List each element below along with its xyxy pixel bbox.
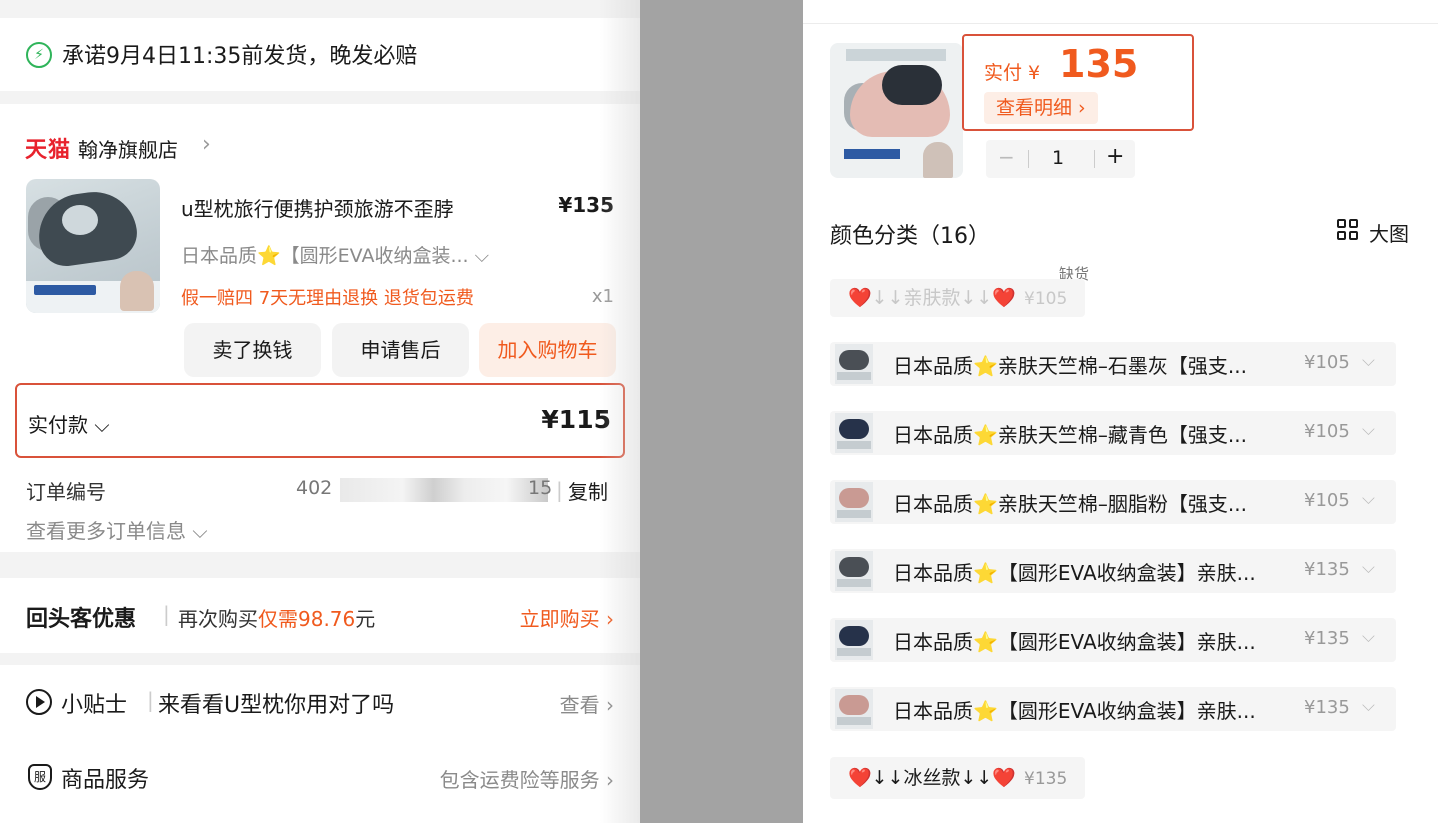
rebuy-desc-suffix: 元	[355, 607, 376, 631]
variant-price: ¥135	[1304, 628, 1350, 649]
order-card: 天猫 翰净旗舰店 › u型枕旅行便携护颈旅游不歪脖 ¥135 日本品质⭐【圆形E…	[0, 104, 640, 552]
view-tips-link[interactable]: 查看 ›	[560, 689, 614, 718]
variant-option[interactable]: ❤️↓↓冰丝款↓↓❤️ ¥135	[830, 757, 1086, 799]
rebuy-desc-prefix: 再次购买	[178, 607, 258, 631]
color-category-title: 颜色分类（16）	[830, 224, 990, 249]
after-sale-button[interactable]: 申请售后	[332, 323, 469, 377]
view-price-details-button[interactable]: 查看明细 ›	[984, 92, 1098, 124]
actual-price-box: 实付 ¥ 135 查看明细 ›	[962, 34, 1194, 131]
variant-option[interactable]: 日本品质⭐【圆形EVA收纳盒装】亲肤... ¥135 ⌵	[830, 618, 1396, 662]
product-price: ¥135	[558, 193, 614, 217]
variant-price: ¥135	[1024, 769, 1068, 789]
chevron-down-icon[interactable]: ⌵	[1362, 558, 1375, 578]
product-service-title: 商品服务	[61, 768, 150, 793]
chevron-down-icon[interactable]: ⌵	[1362, 420, 1375, 440]
variant-name: 日本品质⭐【圆形EVA收纳盒装】亲肤...	[893, 561, 1256, 585]
tmall-logo: 天猫	[25, 138, 72, 163]
play-icon	[26, 689, 52, 715]
chevron-down-icon[interactable]: ⌵	[1362, 351, 1375, 371]
product-quantity: x1	[591, 286, 614, 307]
variant-option[interactable]: 日本品质⭐亲肤天竺棉–藏青色【强支... ¥105 ⌵	[830, 411, 1396, 455]
variant-price: ¥105	[1304, 421, 1350, 442]
actual-payment-label: 实付款 ⌵	[28, 413, 110, 437]
more-order-info-link[interactable]: 查看更多订单信息 ⌵	[26, 515, 208, 544]
divider	[1094, 150, 1095, 168]
copy-order-number-button[interactable]: 复制	[568, 476, 608, 505]
selected-sku-thumbnail[interactable]	[830, 43, 963, 178]
actual-payment-value: ¥115	[541, 405, 611, 434]
rebuy-title: 回头客优惠	[26, 607, 137, 632]
divider	[1028, 150, 1029, 168]
buy-now-link[interactable]: 立即购买 ›	[520, 603, 614, 632]
product-title[interactable]: u型枕旅行便携护颈旅游不歪脖	[181, 193, 454, 222]
variant-option[interactable]: 日本品质⭐【圆形EVA收纳盒装】亲肤... ¥135 ⌵	[830, 549, 1396, 593]
variant-option-disabled: ❤️↓↓亲肤款↓↓❤️ ¥105	[830, 279, 1086, 317]
variant-thumbnail	[835, 413, 873, 453]
divider: |	[556, 478, 563, 502]
chevron-down-icon[interactable]: ⌵	[1362, 627, 1375, 647]
variant-price: ¥105	[1304, 490, 1350, 511]
variant-name: 日本品质⭐亲肤天竺棉–藏青色【强支...	[893, 423, 1247, 447]
variant-thumbnail	[835, 551, 873, 591]
variant-thumbnail	[835, 482, 873, 522]
variant-price: ¥135	[1304, 559, 1350, 580]
grid-view-icon[interactable]	[1337, 219, 1359, 241]
product-spec[interactable]: 日本品质⭐【圆形EVA收纳盒装... ⌵	[181, 241, 489, 268]
actual-price-value: 135	[1059, 42, 1139, 86]
chevron-down-icon[interactable]: ⌵	[1362, 489, 1375, 509]
chevron-down-icon[interactable]: ⌵	[1362, 696, 1375, 716]
order-number-suffix: 15	[528, 477, 553, 499]
variant-option[interactable]: 日本品质⭐【圆形EVA收纳盒装】亲肤... ¥135 ⌵	[830, 687, 1396, 731]
big-image-toggle[interactable]: 大图	[1369, 218, 1409, 247]
shipping-promise-card: ⚡ 承诺9月4日11:35前发货，晚发必赔	[0, 18, 640, 91]
variant-thumbnail	[835, 344, 873, 384]
increment-button[interactable]: +	[1106, 144, 1124, 169]
variant-thumbnail	[835, 620, 873, 660]
order-number-prefix: 402	[296, 477, 333, 499]
service-shield-icon: 服	[28, 764, 52, 790]
product-service-link[interactable]: 包含运费险等服务 ›	[440, 764, 614, 793]
lightning-icon: ⚡	[26, 42, 52, 68]
order-detail-panel: ⚡ 承诺9月4日11:35前发货，晚发必赔 天猫 翰净旗舰店 › u型枕旅行便携…	[0, 0, 640, 823]
tips-description: 来看看U型枕你用对了吗	[158, 693, 395, 718]
tips-card: 小贴士 | 来看看U型枕你用对了吗 查看 › 服 商品服务 包含运费险等服务 ›	[0, 665, 640, 823]
variant-name: 日本品质⭐亲肤天竺棉–石墨灰【强支...	[893, 354, 1247, 378]
variant-price: ¥105	[1304, 352, 1350, 373]
divider: |	[147, 688, 154, 712]
rebuy-desc-highlight: 仅需98.76	[258, 607, 356, 631]
chevron-right-icon[interactable]: ›	[202, 132, 211, 157]
add-to-cart-button[interactable]: 加入购物车	[479, 323, 616, 377]
variant-price: ¥105	[1024, 289, 1068, 309]
service-tags: 假一赔四 7天无理由退换 退货包运费	[181, 288, 474, 309]
actual-price-label: 实付 ¥	[984, 62, 1041, 84]
divider: |	[163, 602, 170, 626]
shop-name-link[interactable]: 翰净旗舰店	[78, 134, 178, 163]
actual-payment-row[interactable]: 实付款 ⌵ ¥115	[15, 383, 625, 458]
variant-name: ❤️↓↓冰丝款↓↓❤️	[848, 767, 1016, 789]
quantity-stepper: − 1 +	[986, 140, 1135, 178]
variant-option[interactable]: 日本品质⭐亲肤天竺棉–石墨灰【强支... ¥105 ⌵	[830, 342, 1396, 386]
variant-name: 日本品质⭐【圆形EVA收纳盒装】亲肤...	[893, 699, 1256, 723]
shipping-promise-text: 承诺9月4日11:35前发货，晚发必赔	[62, 44, 418, 69]
order-number-redacted	[340, 478, 548, 502]
sell-button[interactable]: 卖了换钱	[184, 323, 321, 377]
decrement-button[interactable]: −	[998, 145, 1015, 169]
variant-name: 日本品质⭐亲肤天竺棉–胭脂粉【强支...	[893, 492, 1247, 516]
rebuy-description: 再次购买仅需98.76元	[178, 603, 375, 632]
tips-title: 小贴士	[61, 693, 128, 718]
variant-name: 日本品质⭐【圆形EVA收纳盒装】亲肤...	[893, 630, 1256, 654]
variant-name: ❤️↓↓亲肤款↓↓❤️	[848, 287, 1016, 309]
variant-price: ¥135	[1304, 697, 1350, 718]
variant-thumbnail	[835, 689, 873, 729]
product-thumbnail[interactable]	[26, 179, 160, 313]
quantity-value[interactable]: 1	[1052, 147, 1064, 169]
variant-option[interactable]: 日本品质⭐亲肤天竺棉–胭脂粉【强支... ¥105 ⌵	[830, 480, 1396, 524]
divider	[803, 23, 1438, 24]
sku-selector-panel: 实付 ¥ 135 查看明细 › − 1 + 颜色分类（16） 大图 缺货 ❤️↓…	[803, 0, 1438, 823]
returning-customer-card: 回头客优惠 | 再次购买仅需98.76元 立即购买 ›	[0, 578, 640, 653]
order-number-label: 订单编号	[26, 480, 106, 504]
